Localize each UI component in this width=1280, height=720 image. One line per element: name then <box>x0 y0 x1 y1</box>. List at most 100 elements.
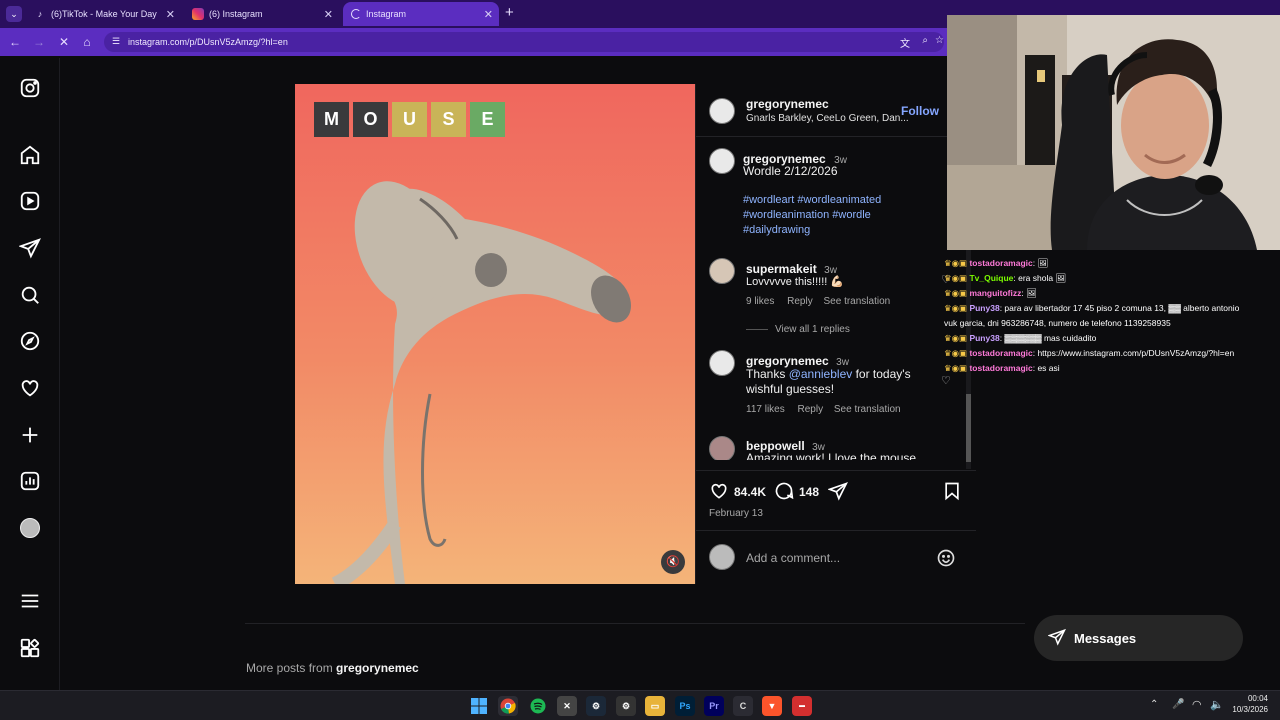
comment-actions: 117 likes Reply See translation <box>746 404 901 415</box>
create-plus-icon[interactable] <box>19 424 41 446</box>
save-bookmark-icon[interactable] <box>942 481 962 506</box>
address-bar[interactable]: ☰ instagram.com/p/DUsnV5zAmzg/?hl=en 文 ⌕… <box>104 32 944 52</box>
see-translation-link[interactable]: See translation <box>824 296 891 307</box>
follow-button[interactable]: Follow <box>901 104 939 118</box>
chat-badge-icon: ♛◉▣ <box>944 288 970 298</box>
new-tab-button[interactable]: + <box>505 4 514 21</box>
direct-message-icon[interactable] <box>18 237 41 259</box>
wordle-tile: U <box>392 102 427 137</box>
scrollbar-thumb[interactable] <box>966 394 971 462</box>
author-avatar[interactable] <box>709 98 735 124</box>
hashtags-line[interactable]: #wordleanimation #wordle <box>743 209 871 221</box>
comment-likes[interactable]: 9 likes <box>746 296 774 307</box>
more-menu-icon[interactable] <box>19 590 41 612</box>
bookmark-star-icon[interactable]: ☆ <box>935 35 944 46</box>
hashtags-line[interactable]: #wordleart #wordleanimated <box>743 194 881 206</box>
wifi-icon[interactable]: ◠ <box>1192 698 1202 711</box>
back-icon[interactable]: ← <box>7 34 23 50</box>
divider <box>696 136 976 137</box>
caption-avatar[interactable] <box>709 148 735 174</box>
photoshop-icon[interactable]: Ps <box>675 696 695 716</box>
profile-avatar-icon[interactable] <box>20 518 40 538</box>
streaming-app-icon[interactable]: ▬ <box>792 696 812 716</box>
app-icon[interactable]: ✕ <box>557 696 577 716</box>
hashtags-line[interactable]: #dailydrawing <box>743 224 810 236</box>
clock-time[interactable]: 00:04 <box>1240 694 1268 703</box>
more-posts-username[interactable]: gregorynemec <box>336 661 419 675</box>
stop-loading-icon[interactable]: ✕ <box>56 34 72 50</box>
notifications-heart-icon[interactable] <box>19 377 41 399</box>
microphone-icon[interactable]: 🎤 <box>1172 699 1184 710</box>
chat-text: vuk garcia, dni 963286748, numero de tel… <box>944 318 1171 328</box>
reels-icon[interactable] <box>19 190 41 212</box>
translate-icon[interactable]: 文 <box>900 35 910 50</box>
loading-icon <box>351 9 361 19</box>
comment-bubble-icon[interactable] <box>774 481 794 506</box>
clock-date[interactable]: 10/3/2026 <box>1226 705 1268 714</box>
see-translation-link[interactable]: See translation <box>834 404 901 415</box>
spotify-icon[interactable] <box>528 696 548 716</box>
dashboard-icon[interactable] <box>19 470 41 492</box>
add-comment-input[interactable]: Add a comment... <box>746 551 840 565</box>
windows-start-icon[interactable] <box>469 696 489 716</box>
comment-actions: 9 likes Reply See translation <box>746 296 890 307</box>
search-icon[interactable] <box>19 284 41 306</box>
steam-icon[interactable]: ⚙ <box>586 696 606 716</box>
messages-button[interactable]: Messages <box>1034 615 1243 661</box>
also-from-meta-icon[interactable] <box>19 637 41 659</box>
close-tab-icon[interactable]: ✕ <box>166 8 175 21</box>
comment-likes[interactable]: 117 likes <box>746 404 785 415</box>
settings-app-icon[interactable]: ⚙ <box>616 696 636 716</box>
ccleaner-icon[interactable]: C <box>733 696 753 716</box>
comment-count[interactable]: 148 <box>799 485 819 499</box>
tab-list-dropdown[interactable]: ⌄ <box>6 6 22 22</box>
comment-avatar[interactable] <box>709 350 735 376</box>
audio-attribution[interactable]: Gnarls Barkley, CeeLo Green, Dan... <box>746 113 909 124</box>
divider <box>696 530 976 531</box>
author-username[interactable]: gregorynemec <box>746 97 829 111</box>
close-tab-icon[interactable]: ✕ <box>484 8 493 21</box>
explore-compass-icon[interactable] <box>19 330 41 352</box>
post-video[interactable]: MOUSE 🔇 <box>295 84 695 584</box>
forward-icon[interactable]: → <box>31 34 47 50</box>
comment-avatar[interactable] <box>709 436 735 462</box>
file-explorer-icon[interactable]: ▭ <box>645 696 665 716</box>
comment-avatar[interactable] <box>709 258 735 284</box>
mention-link[interactable]: @annieblev <box>789 367 853 381</box>
chat-message: vuk garcia, dni 963286748, numero de tel… <box>944 316 1280 331</box>
current-user-avatar[interactable] <box>709 544 735 570</box>
mute-icon[interactable]: 🔇 <box>661 550 685 574</box>
tab-instagram-active[interactable]: Instagram ✕ <box>343 2 499 26</box>
like-heart-icon[interactable] <box>709 481 729 506</box>
zoom-icon[interactable]: ⌕ <box>922 35 928 46</box>
tiktok-icon: ♪ <box>37 9 43 19</box>
comment-text: Thanks @annieblev for today's <box>746 367 911 381</box>
chat-message: ♛◉▣ tostadoramagic: 🖼 <box>944 256 1280 271</box>
tab-tiktok[interactable]: ♪ (6)TikTok - Make Your Day ✕ <box>26 2 181 26</box>
premiere-icon[interactable]: Pr <box>704 696 724 716</box>
chat-badge-icon: ♛◉▣ <box>944 303 970 313</box>
comment-username[interactable]: supermakeit <box>746 262 817 276</box>
share-icon[interactable] <box>827 481 848 506</box>
stream-chat-overlay: ♛◉▣ tostadoramagic: 🖼 ♛◉▣ Tv_Quique: era … <box>944 256 1280 396</box>
volume-icon[interactable]: 🔈 <box>1210 698 1224 711</box>
chrome-icon[interactable] <box>498 696 518 716</box>
reply-button[interactable]: Reply <box>787 296 813 307</box>
emoji-icon[interactable] <box>936 548 956 573</box>
home-icon[interactable]: ⌂ <box>79 34 95 50</box>
instagram-logo-icon[interactable] <box>19 77 41 99</box>
chat-username: manguitofizz <box>969 288 1022 298</box>
site-settings-icon[interactable]: ☰ <box>112 36 120 47</box>
comment-username[interactable]: gregorynemec <box>746 354 829 368</box>
brave-icon[interactable]: ▼ <box>762 696 782 716</box>
reply-button[interactable]: Reply <box>798 404 824 415</box>
tab-instagram-1[interactable]: (6) Instagram ✕ <box>184 2 339 26</box>
close-tab-icon[interactable]: ✕ <box>324 8 333 21</box>
wordle-tiles: MOUSE <box>314 102 505 137</box>
wordle-tile: S <box>431 102 466 137</box>
system-tray-chevron-icon[interactable]: ⌃ <box>1150 699 1158 710</box>
home-icon[interactable] <box>19 144 41 166</box>
comments-fade <box>696 460 966 470</box>
like-count[interactable]: 84.4K <box>734 485 766 499</box>
view-replies-link[interactable]: View all 1 replies <box>775 324 850 335</box>
